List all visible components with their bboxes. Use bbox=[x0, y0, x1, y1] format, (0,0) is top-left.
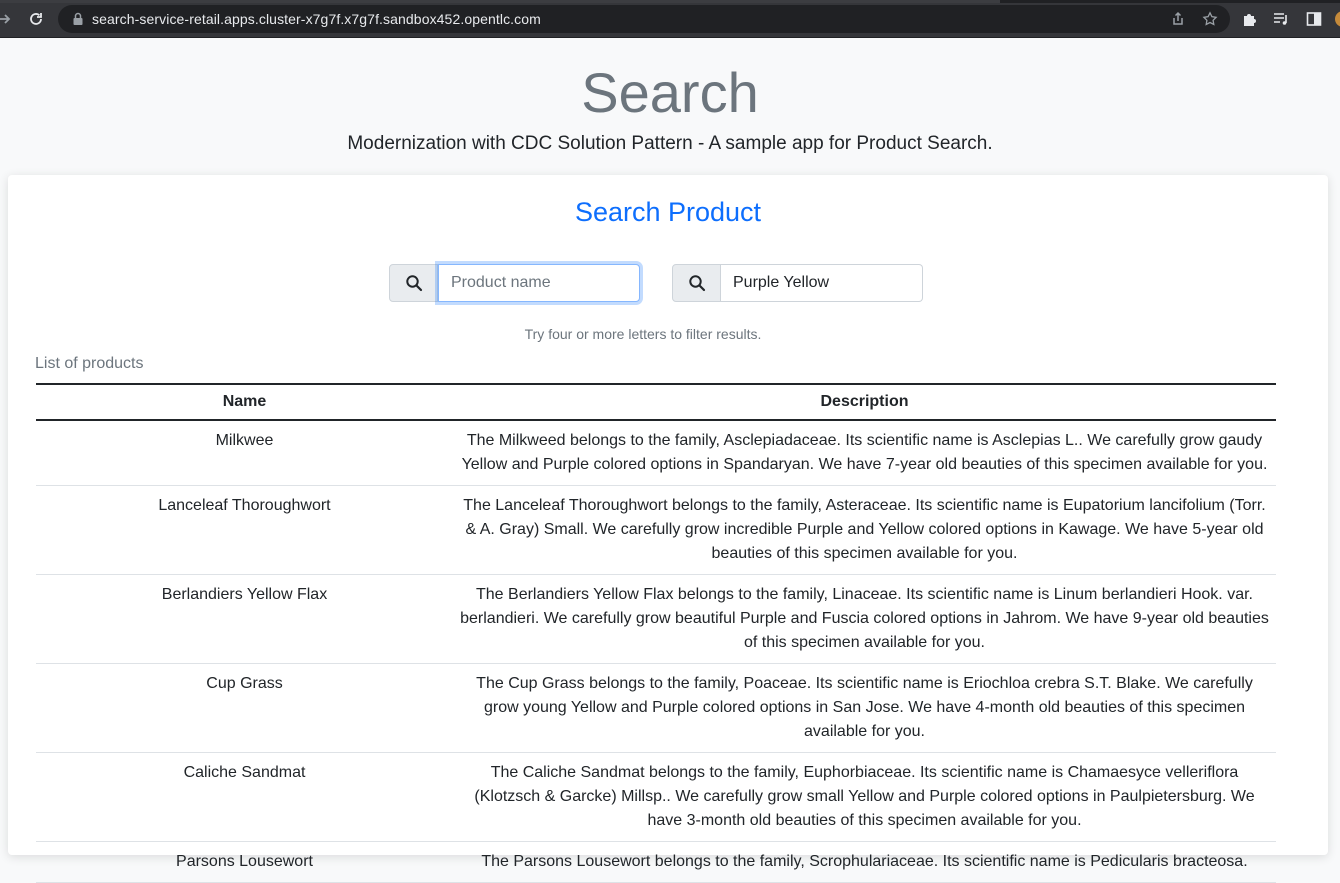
product-description-cell: The Parsons Lousewort belongs to the fam… bbox=[453, 841, 1276, 883]
search-card: Search Product Try four or more letters … bbox=[8, 175, 1328, 883]
description-search-group bbox=[672, 264, 923, 302]
product-name-cell: Berlandiers Yellow Flax bbox=[36, 574, 453, 664]
extensions-puzzle-icon[interactable] bbox=[1241, 10, 1259, 28]
page-subtitle: Modernization with CDC Solution Pattern … bbox=[347, 133, 993, 154]
table-row: Berlandiers Yellow Flax The Berlandiers … bbox=[36, 574, 1276, 664]
column-header-name: Name bbox=[36, 383, 453, 421]
product-description-cell: The Berlandiers Yellow Flax belongs to t… bbox=[453, 574, 1276, 664]
product-name-cell: Parsons Lousewort bbox=[36, 841, 453, 883]
product-name-cell: Milkwee bbox=[36, 420, 453, 486]
product-name-cell: Cup Grass bbox=[36, 663, 453, 753]
page-title: Search bbox=[581, 61, 759, 124]
product-name-search-group bbox=[389, 264, 640, 302]
table-header-row: Name Description bbox=[36, 383, 1276, 421]
profile-avatar[interactable] bbox=[1334, 10, 1340, 28]
table-row: Milkwee The Milkweed belongs to the fami… bbox=[36, 420, 1276, 486]
product-description-cell: The Lanceleaf Thoroughwort belongs to th… bbox=[453, 485, 1276, 575]
bookmark-star-icon[interactable] bbox=[1202, 11, 1218, 27]
page-content: Search Modernization with CDC Solution P… bbox=[0, 38, 1340, 883]
table-row: Caliche Sandmat The Caliche Sandmat belo… bbox=[36, 752, 1276, 842]
product-name-input[interactable] bbox=[438, 264, 640, 302]
forward-icon[interactable] bbox=[0, 8, 16, 30]
lock-icon bbox=[72, 12, 84, 26]
active-tab-edge bbox=[0, 0, 1000, 3]
media-queue-icon[interactable] bbox=[1272, 10, 1290, 28]
product-description-cell: The Milkweed belongs to the family, Ascl… bbox=[453, 420, 1276, 486]
product-description-cell: The Cup Grass belongs to the family, Poa… bbox=[453, 663, 1276, 753]
table-caption: List of products bbox=[35, 355, 144, 372]
filter-hint: Try four or more letters to filter resul… bbox=[524, 326, 762, 342]
table-row: Cup Grass The Cup Grass belongs to the f… bbox=[36, 663, 1276, 753]
reload-icon[interactable] bbox=[25, 8, 47, 30]
products-table: Name Description Milkwee The Milkweed be… bbox=[36, 383, 1276, 883]
browser-toolbar: search-service-retail.apps.cluster-x7g7f… bbox=[0, 0, 1340, 38]
table-row: Parsons Lousewort The Parsons Lousewort … bbox=[36, 841, 1276, 883]
column-header-description: Description bbox=[453, 383, 1276, 421]
description-input[interactable] bbox=[721, 264, 923, 302]
product-name-cell: Lanceleaf Thoroughwort bbox=[36, 485, 453, 575]
table-row: Lanceleaf Thoroughwort The Lanceleaf Tho… bbox=[36, 485, 1276, 575]
search-card-title: Search Product bbox=[574, 197, 762, 227]
side-panel-icon[interactable] bbox=[1305, 10, 1323, 28]
search-icon bbox=[672, 264, 721, 302]
product-name-cell: Caliche Sandmat bbox=[36, 752, 453, 842]
product-description-cell: The Caliche Sandmat belongs to the famil… bbox=[453, 752, 1276, 842]
share-icon[interactable] bbox=[1170, 11, 1186, 27]
address-bar[interactable]: search-service-retail.apps.cluster-x7g7f… bbox=[58, 5, 1230, 33]
url-text: search-service-retail.apps.cluster-x7g7f… bbox=[92, 11, 541, 27]
search-icon bbox=[389, 264, 438, 302]
